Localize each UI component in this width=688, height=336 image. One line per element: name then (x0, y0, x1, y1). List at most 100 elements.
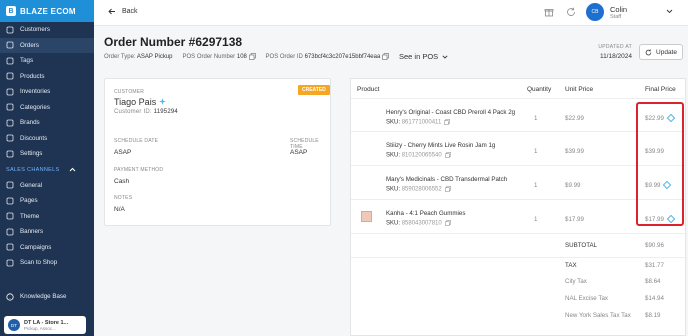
sidebar-item-tags[interactable]: Tags (0, 53, 94, 69)
back-button[interactable]: Back (108, 8, 138, 15)
sidebar-item-brands[interactable]: Brands (0, 115, 94, 131)
summary-value: $90.96 (645, 242, 664, 249)
summary-row: New York Sales Tax Tax $8.19 (351, 308, 687, 325)
sidebar-item-knowledge-base[interactable]: Knowledge Base (0, 289, 94, 305)
sidebar-item-scan-to-shop[interactable]: Scan to Shop (0, 255, 94, 271)
sidebar-item-label: Customers (20, 26, 50, 34)
sales-channels-header[interactable]: SALES CHANNELS (0, 162, 94, 178)
product-name: Stiiizy - Cherry Mints Live Rosin Jam 1g (386, 142, 496, 149)
payment-method-label: PAYMENT METHOD (114, 167, 164, 173)
product-sku: SKU: 859028006552 (386, 186, 451, 193)
help-icon (6, 293, 14, 301)
sidebar-item-pages[interactable]: Pages (0, 193, 94, 209)
page-icon (6, 197, 14, 205)
order-type-label: Order Type: (104, 53, 136, 60)
summary-value: $8.64 (645, 278, 661, 285)
gift-icon[interactable] (544, 7, 554, 17)
copy-icon[interactable] (248, 53, 256, 60)
product-name: Henry's Original - Coast CBD Preroll 4 P… (386, 109, 516, 116)
sidebar-item-settings[interactable]: Settings (0, 146, 94, 162)
sidebar-item-label: Categories (20, 103, 50, 111)
sidebar-item-label: Orders (20, 41, 39, 49)
schedule-date-value: ASAP (114, 149, 132, 156)
sidebar-item-categories[interactable]: Categories (0, 100, 94, 116)
sku-label: SKU: (386, 220, 401, 227)
product-quantity: 1 (534, 115, 538, 122)
sidebar-item-label: Products (20, 72, 45, 80)
summary-label: TAX (565, 262, 577, 269)
sidebar-item-label: Inventories (20, 88, 51, 96)
copy-icon[interactable] (442, 220, 451, 227)
chevron-down-icon (666, 9, 673, 14)
product-sku: SKU: 861771000411 (386, 119, 451, 126)
sidebar-item-banners[interactable]: Banners (0, 224, 94, 240)
sidebar-item-general[interactable]: General (0, 178, 94, 194)
customer-card: CUSTOMER CREATED Tiago Pais Customer ID:… (104, 78, 331, 226)
brand-icon (6, 119, 14, 127)
copy-icon[interactable] (442, 186, 451, 193)
qr-icon (6, 259, 14, 267)
gear-icon (6, 150, 14, 158)
sidebar-item-label: Knowledge Base (20, 293, 67, 301)
sidebar-item-theme[interactable]: Theme (0, 209, 94, 225)
sidebar-item-campaigns[interactable]: Campaigns (0, 240, 94, 256)
summary-label: City Tax (565, 278, 587, 285)
see-in-pos-label: See in POS (398, 52, 439, 61)
megaphone-icon (6, 243, 14, 251)
sidebar-item-products[interactable]: Products (0, 69, 94, 85)
sidebar-item-orders[interactable]: Orders (0, 37, 94, 53)
summary-label: New York Sales Tax Tax (565, 312, 631, 319)
product-quantity: 1 (534, 182, 538, 189)
summary-row: City Tax $8.64 (351, 274, 687, 291)
folder-icon (6, 103, 14, 111)
copy-icon[interactable] (442, 152, 451, 159)
sidebar-item-label: Scan to Shop (20, 259, 58, 267)
summary-row: TAX $31.77 (351, 257, 687, 274)
unit-price: $9.99 (565, 182, 581, 189)
status-badge: CREATED (298, 85, 330, 95)
sku-label: SKU: (386, 152, 401, 159)
users-icon (6, 26, 14, 34)
sku-value: 858043007810 (401, 220, 442, 227)
see-in-pos-dropdown[interactable]: See in POS (399, 52, 448, 61)
customer-id-value: 1195294 (153, 109, 178, 115)
sidebar-item-customers[interactable]: Customers (0, 22, 94, 38)
header-final-price: Final Price (645, 86, 676, 93)
store-switcher[interactable]: DT DT LA - Store 1... Pickup, Assoc... (4, 316, 86, 334)
topbar: Back CB Colin Staff (94, 0, 688, 26)
sidebar-item-label: Theme (20, 212, 40, 220)
chevron-up-icon (69, 167, 76, 172)
header-unit-price: Unit Price (565, 86, 594, 93)
updated-label: UPDATED AT (598, 44, 632, 50)
sidebar-item-label: Discounts (20, 134, 48, 142)
product-name: Mary's Medicinals - CBD Transdermal Patc… (386, 176, 508, 183)
brand-header[interactable]: B BLAZE ECOM (0, 0, 94, 22)
pos-number-value: 108 (236, 54, 247, 61)
updated-at: UPDATED AT 11/18/2024 (584, 44, 632, 60)
sidebar-item-label: Campaigns (20, 243, 52, 251)
copy-icon[interactable] (382, 53, 389, 60)
brand-logo-icon: B (6, 6, 16, 16)
copy-icon[interactable] (441, 119, 451, 126)
sidebar-item-label: Brands (20, 119, 40, 127)
sidebar-item-discounts[interactable]: Discounts (0, 131, 94, 147)
summary-value: $8.19 (645, 312, 661, 319)
order-type-value: ASAP Pickup (136, 53, 173, 60)
tag-icon (6, 57, 14, 65)
summary-value: $14.94 (645, 295, 664, 302)
box-icon (6, 72, 14, 80)
unit-price: $39.99 (565, 148, 584, 155)
sparkle-icon (158, 98, 166, 105)
refresh-icon[interactable] (566, 7, 576, 17)
customer-name[interactable]: Tiago Pais (114, 97, 166, 107)
user-menu[interactable]: CB Colin Staff (586, 3, 673, 21)
sku-value: 861771000411 (401, 119, 442, 126)
avatar: CB (586, 3, 604, 21)
sidebar-item-inventories[interactable]: Inventories (0, 84, 94, 100)
product-sku: SKU: 810120065540 (386, 152, 451, 159)
notes-label: NOTES (114, 195, 133, 201)
pos-id-label: POS Order ID (265, 54, 303, 61)
brand-name: BLAZE ECOM (20, 6, 76, 16)
update-button[interactable]: Update (639, 44, 683, 60)
schedule-date-label: SCHEDULE DATE (114, 138, 159, 144)
